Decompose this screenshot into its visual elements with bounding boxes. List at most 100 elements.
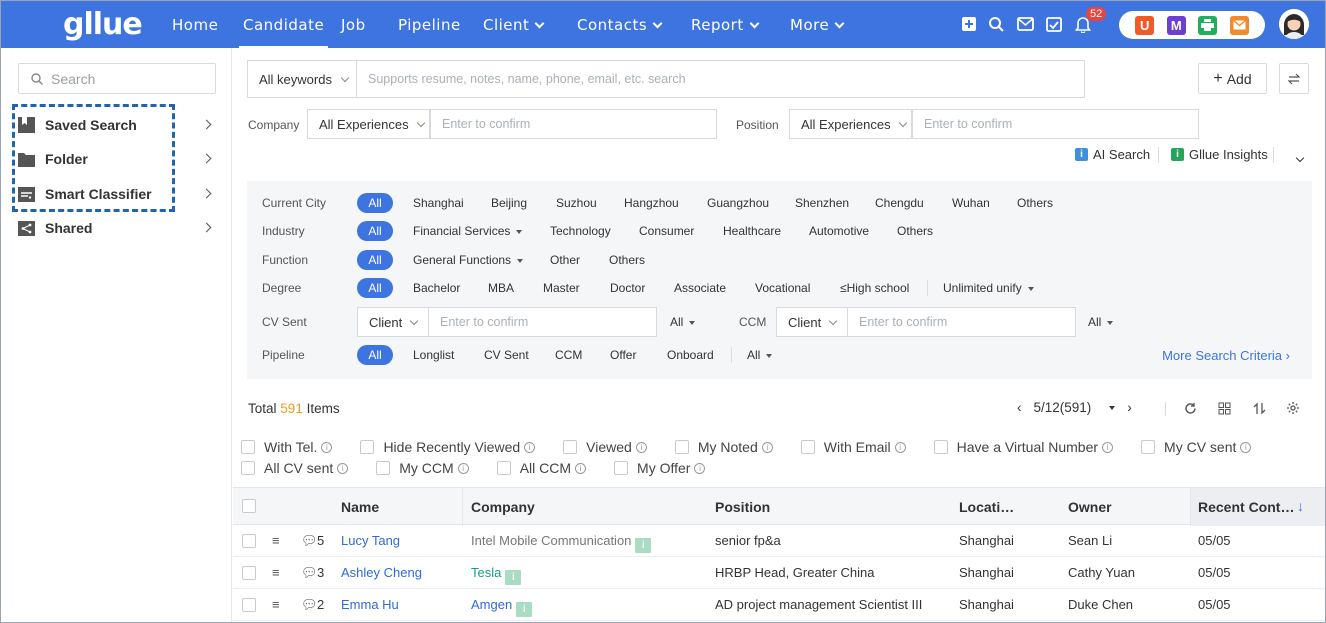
- candidate-name-link[interactable]: Emma Hu: [341, 597, 399, 612]
- candidate-name-link[interactable]: Lucy Tang: [341, 533, 400, 548]
- nav-report[interactable]: Report: [691, 16, 760, 34]
- filter-option[interactable]: Hangzhou: [624, 196, 679, 210]
- checkbox-viewed[interactable]: Viewed i: [563, 439, 647, 455]
- company-info-icon[interactable]: i: [635, 538, 652, 553]
- sidebar-item-shared[interactable]: Shared: [18, 213, 218, 243]
- filter-option[interactable]: Healthcare: [723, 224, 781, 238]
- ccm-scope-select[interactable]: Client: [776, 307, 848, 337]
- filter-option[interactable]: Longlist: [413, 348, 454, 362]
- column-name[interactable]: Name: [341, 499, 379, 515]
- table-row[interactable]: ≡ 💬︎ 5 Lucy Tang Intel Mobile Communicat…: [233, 525, 1325, 557]
- company-info-icon[interactable]: i: [516, 602, 533, 617]
- filter-option[interactable]: Shenzhen: [795, 196, 849, 210]
- notes-icon[interactable]: ≡: [272, 533, 280, 548]
- page-select-icon[interactable]: [1109, 405, 1116, 410]
- keyword-search-input[interactable]: Supports resume, notes, name, phone, ema…: [356, 60, 1085, 98]
- company-cell[interactable]: Tesla i: [471, 565, 522, 585]
- filter-option[interactable]: Suzhou: [556, 196, 597, 210]
- add-button[interactable]: + Add: [1198, 63, 1267, 94]
- comment-icon[interactable]: 💬︎: [301, 533, 318, 549]
- table-row[interactable]: ≡ 💬︎ 2 Emma Hu Amgen i AD project managem…: [233, 589, 1325, 621]
- comment-icon[interactable]: 💬︎: [301, 597, 318, 613]
- filter-option[interactable]: CCM: [555, 348, 582, 362]
- filter-option-dropdown[interactable]: All: [747, 348, 773, 362]
- company-cell[interactable]: Amgen i: [471, 597, 533, 617]
- row-checkbox[interactable]: [242, 534, 256, 548]
- nav-home[interactable]: Home: [172, 16, 218, 34]
- refresh-icon[interactable]: [1182, 400, 1198, 416]
- checkbox-with-tel[interactable]: With Tel. i: [241, 439, 333, 455]
- column-recent-contact[interactable]: Recent Cont…: [1198, 499, 1294, 515]
- filter-option[interactable]: Others: [609, 253, 645, 267]
- filter-option[interactable]: Beijing: [491, 196, 527, 210]
- nav-pipeline[interactable]: Pipeline: [398, 16, 461, 34]
- mail-icon[interactable]: [1016, 15, 1034, 33]
- select-all-checkbox[interactable]: [242, 499, 256, 513]
- nav-more[interactable]: More: [790, 16, 845, 34]
- filter-all-chip[interactable]: All: [357, 345, 393, 365]
- keyword-scope-select[interactable]: All keywords: [247, 60, 356, 98]
- ccm-input[interactable]: Enter to confirm: [847, 307, 1076, 337]
- filter-all-chip[interactable]: All: [357, 250, 393, 270]
- filter-option[interactable]: MBA: [488, 281, 514, 295]
- cv-sent-all-dropdown[interactable]: All: [670, 315, 696, 329]
- filter-option[interactable]: Technology: [550, 224, 611, 238]
- notes-icon[interactable]: ≡: [272, 565, 280, 580]
- filter-option[interactable]: Guangzhou: [707, 196, 769, 210]
- settings-icon[interactable]: [1285, 400, 1301, 416]
- filter-option[interactable]: Others: [897, 224, 933, 238]
- checkbox-hide-recently-viewed[interactable]: Hide Recently Viewed i: [360, 439, 536, 455]
- sort-down-icon[interactable]: ↓: [1297, 498, 1304, 514]
- filter-option[interactable]: Automotive: [809, 224, 869, 238]
- filter-option[interactable]: Consumer: [639, 224, 694, 238]
- filter-option[interactable]: Offer: [610, 348, 636, 362]
- filter-option[interactable]: Vocational: [755, 281, 810, 295]
- filter-option[interactable]: Shanghai: [413, 196, 464, 210]
- ai-search-link[interactable]: i AI Search: [1075, 147, 1150, 162]
- filter-option[interactable]: Onboard: [667, 348, 714, 362]
- checkbox-my-ccm[interactable]: My CCM i: [376, 460, 469, 476]
- position-input[interactable]: Enter to confirm: [912, 109, 1199, 139]
- more-search-criteria-link[interactable]: More Search Criteria ›: [1162, 348, 1290, 363]
- logo[interactable]: gllue: [63, 7, 143, 42]
- filter-option[interactable]: Wuhan: [952, 196, 990, 210]
- nav-contacts[interactable]: Contacts: [577, 16, 663, 34]
- sort-icon[interactable]: [1251, 400, 1267, 416]
- candidate-name-link[interactable]: Ashley Cheng: [341, 565, 422, 580]
- filter-option[interactable]: Associate: [674, 281, 726, 295]
- checkbox-my-cv-sent[interactable]: My CV sent i: [1141, 439, 1252, 455]
- checkbox-all-ccm[interactable]: All CCM i: [496, 460, 587, 476]
- next-page-icon[interactable]: ›: [1127, 400, 1132, 415]
- row-checkbox[interactable]: [242, 598, 256, 612]
- user-avatar[interactable]: [1279, 9, 1309, 39]
- app-printer-icon[interactable]: [1198, 15, 1218, 35]
- checkbox-virtual-number[interactable]: Have a Virtual Number i: [933, 439, 1114, 455]
- filter-all-chip[interactable]: All: [357, 221, 393, 241]
- column-owner[interactable]: Owner: [1068, 499, 1112, 515]
- filter-option[interactable]: Chengdu: [875, 196, 924, 210]
- notes-icon[interactable]: ≡: [272, 597, 280, 612]
- checkbox-my-offer[interactable]: My Offer i: [614, 460, 706, 476]
- filter-option-dropdown[interactable]: Financial Services: [413, 224, 523, 238]
- app-mail-icon[interactable]: [1229, 15, 1249, 35]
- filter-option[interactable]: Others: [1017, 196, 1053, 210]
- app-u-icon[interactable]: U: [1135, 15, 1155, 35]
- sidebar-search-input[interactable]: Search: [18, 63, 216, 94]
- company-scope-select[interactable]: All Experiences: [307, 109, 430, 139]
- nav-candidate[interactable]: Candidate: [238, 16, 329, 48]
- column-location[interactable]: Locati…: [959, 499, 1014, 515]
- swap-icon[interactable]: [1279, 63, 1309, 94]
- comment-icon[interactable]: 💬︎: [301, 565, 318, 581]
- company-input[interactable]: Enter to confirm: [430, 109, 717, 139]
- app-m-icon[interactable]: M: [1166, 15, 1186, 35]
- filter-option[interactable]: Doctor: [610, 281, 645, 295]
- filter-option-dropdown[interactable]: Unlimited unify: [943, 281, 1034, 295]
- filter-all-chip[interactable]: All: [357, 278, 393, 298]
- company-info-icon[interactable]: i: [505, 570, 522, 585]
- gllue-insights-link[interactable]: i Gllue Insights: [1171, 147, 1268, 162]
- search-icon[interactable]: [987, 15, 1005, 33]
- column-position[interactable]: Position: [715, 499, 770, 515]
- task-icon[interactable]: [1045, 15, 1063, 33]
- ccm-all-dropdown[interactable]: All: [1088, 315, 1114, 329]
- filter-option[interactable]: Master: [543, 281, 580, 295]
